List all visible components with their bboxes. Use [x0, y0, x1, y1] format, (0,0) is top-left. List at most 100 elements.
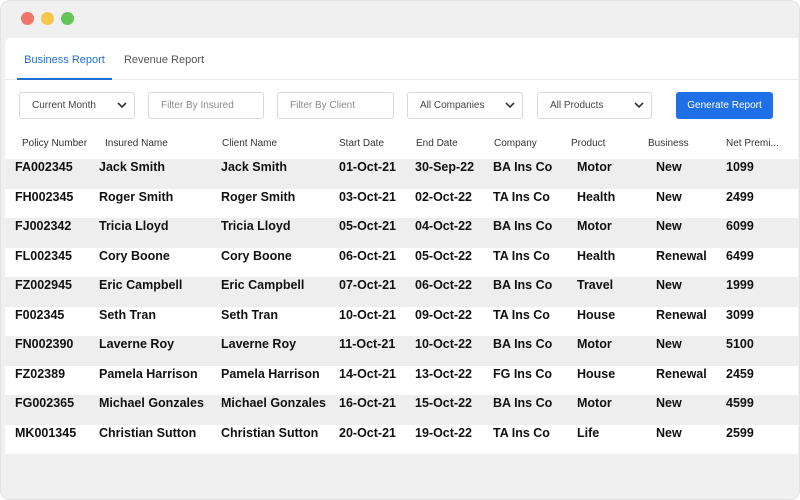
cell-insured-name: Roger Smith [99, 189, 174, 204]
close-window-button[interactable] [21, 12, 34, 25]
cell-policy-number: FJ002342 [15, 219, 72, 233]
cell-policy-number: FN002390 [15, 337, 74, 351]
table-row[interactable]: FA002345 Jack Smith Jack Smith 01-Oct-21… [5, 159, 798, 189]
product-select[interactable]: All Products [537, 92, 652, 119]
cell-net-premium: 2499 [726, 189, 754, 204]
cell-insured-name: Cory Boone [99, 248, 170, 263]
cell-net-premium: 6499 [726, 248, 754, 263]
cell-company: TA Ins Co [493, 425, 550, 440]
period-select[interactable]: Current Month [19, 92, 135, 119]
table-row[interactable]: FG002365 Michael Gonzales Michael Gonzal… [5, 395, 798, 425]
cell-policy-number: FL002345 [15, 248, 72, 263]
cell-product: Motor [577, 337, 612, 351]
cell-business: Renewal [656, 307, 707, 322]
cell-product: Motor [577, 219, 612, 233]
cell-start-date: 07-Oct-21 [339, 278, 396, 292]
cell-company: BA Ins Co [493, 219, 553, 233]
cell-product: House [577, 366, 616, 381]
cell-client-name: Christian Sutton [221, 425, 319, 440]
cell-business: New [656, 425, 682, 440]
cell-client-name: Roger Smith [221, 189, 296, 204]
cell-start-date: 10-Oct-21 [339, 307, 396, 322]
cell-company: BA Ins Co [493, 160, 553, 174]
cell-end-date: 04-Oct-22 [415, 219, 472, 233]
cell-business: New [656, 160, 682, 174]
cell-product: Motor [577, 396, 612, 410]
table-row[interactable]: FN002390 Laverne Roy Laverne Roy 11-Oct-… [5, 336, 798, 366]
col-business[interactable]: Business [648, 133, 720, 159]
col-policy-number[interactable]: Policy Number [22, 133, 100, 159]
table-row[interactable]: FZ002945 Eric Campbell Eric Campbell 07-… [5, 277, 798, 307]
cell-client-name: Pamela Harrison [221, 366, 320, 381]
cell-client-name: Cory Boone [221, 248, 292, 263]
cell-start-date: 16-Oct-21 [339, 396, 396, 410]
cell-client-name: Seth Tran [221, 307, 278, 322]
table-row[interactable]: FL002345 Cory Boone Cory Boone 06-Oct-21… [5, 247, 798, 277]
table-row[interactable]: FZ02389 Pamela Harrison Pamela Harrison … [5, 365, 798, 395]
tab-revenue-report[interactable]: Revenue Report [119, 38, 209, 80]
cell-policy-number: MK001345 [15, 425, 77, 440]
filter-insured-placeholder: Filter By Insured [161, 100, 234, 111]
cell-client-name: Laverne Roy [221, 337, 297, 351]
cell-product: Travel [577, 278, 614, 292]
company-select[interactable]: All Companies [407, 92, 523, 119]
cell-policy-number: FG002365 [15, 396, 75, 410]
cell-company: BA Ins Co [493, 278, 553, 292]
cell-company: FG Ins Co [493, 366, 553, 381]
cell-insured-name: Michael Gonzales [99, 396, 204, 410]
cell-policy-number: FA002345 [15, 160, 73, 174]
cell-client-name: Tricia Lloyd [221, 219, 291, 233]
product-select-value: All Products [550, 100, 604, 111]
report-tabs: Business Report Revenue Report [5, 38, 798, 80]
cell-end-date: 05-Oct-22 [415, 248, 472, 263]
cell-company: TA Ins Co [493, 307, 550, 322]
cell-policy-number: F002345 [15, 307, 65, 322]
cell-net-premium: 2599 [726, 425, 754, 440]
table-row[interactable]: FH002345 Roger Smith Roger Smith 03-Oct-… [5, 188, 798, 218]
table-row[interactable]: FJ002342 Tricia Lloyd Tricia Lloyd 05-Oc… [5, 218, 798, 248]
col-client-name[interactable]: Client Name [222, 133, 334, 159]
report-panel: Business Report Revenue Report Current M… [5, 38, 798, 454]
cell-net-premium: 2459 [726, 366, 754, 381]
tab-business-report[interactable]: Business Report [17, 38, 112, 80]
cell-start-date: 05-Oct-21 [339, 219, 396, 233]
cell-end-date: 02-Oct-22 [415, 189, 472, 204]
col-company[interactable]: Company [494, 133, 566, 159]
col-end-date[interactable]: End Date [416, 133, 488, 159]
col-net-premium[interactable]: Net Premi... [726, 133, 798, 159]
table-row[interactable]: F002345 Seth Tran Seth Tran 10-Oct-21 09… [5, 306, 798, 336]
cell-net-premium: 1999 [726, 278, 754, 292]
cell-policy-number: FH002345 [15, 189, 74, 204]
cell-insured-name: Laverne Roy [99, 337, 175, 351]
maximize-window-button[interactable] [61, 12, 74, 25]
cell-client-name: Michael Gonzales [221, 396, 326, 410]
table-body: FA002345 Jack Smith Jack Smith 01-Oct-21… [5, 159, 798, 454]
cell-product: Life [577, 425, 600, 440]
cell-start-date: 01-Oct-21 [339, 160, 396, 174]
minimize-window-button[interactable] [41, 12, 54, 25]
cell-business: Renewal [656, 248, 707, 263]
cell-business: New [656, 219, 682, 233]
chevron-down-icon [505, 102, 515, 109]
filter-client-input[interactable]: Filter By Client [277, 92, 394, 119]
cell-start-date: 06-Oct-21 [339, 248, 396, 263]
cell-policy-number: FZ002945 [15, 278, 72, 292]
cell-start-date: 11-Oct-21 [339, 337, 396, 351]
cell-end-date: 13-Oct-22 [415, 366, 472, 381]
cell-client-name: Jack Smith [221, 160, 288, 174]
cell-business: New [656, 278, 682, 292]
col-start-date[interactable]: Start Date [339, 133, 411, 159]
cell-net-premium: 4599 [726, 396, 754, 410]
filter-client-placeholder: Filter By Client [290, 100, 356, 111]
cell-insured-name: Pamela Harrison [99, 366, 198, 381]
col-insured-name[interactable]: Insured Name [105, 133, 217, 159]
cell-product: House [577, 307, 616, 322]
filter-insured-input[interactable]: Filter By Insured [148, 92, 264, 119]
cell-end-date: 30-Sep-22 [415, 160, 475, 174]
table-row[interactable]: MK001345 Christian Sutton Christian Sutt… [5, 424, 798, 454]
col-product[interactable]: Product [571, 133, 643, 159]
cell-business: New [656, 189, 682, 204]
cell-start-date: 03-Oct-21 [339, 189, 396, 204]
cell-insured-name: Tricia Lloyd [99, 219, 169, 233]
generate-report-button[interactable]: Generate Report [676, 92, 773, 119]
